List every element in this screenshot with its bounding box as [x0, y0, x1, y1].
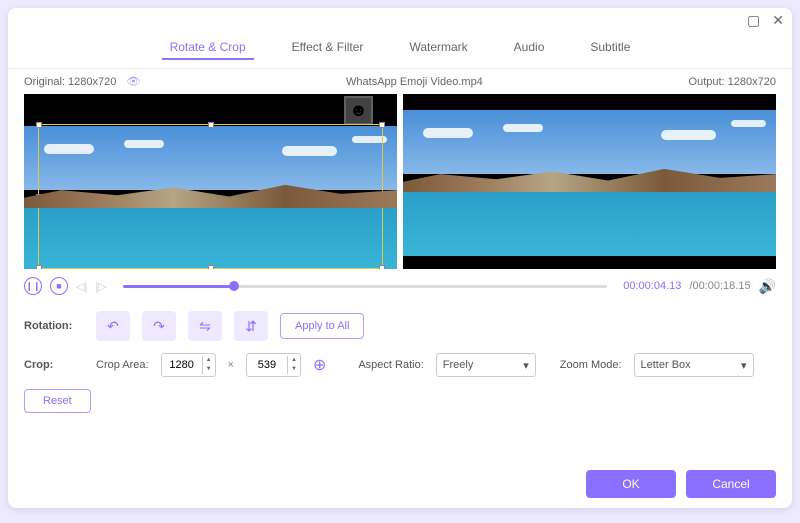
eye-icon[interactable]: 👁 — [126, 75, 140, 88]
timeline-slider[interactable] — [123, 285, 608, 288]
chevron-down-icon: ▾ — [741, 359, 747, 372]
spinner-up-icon[interactable]: ▲ — [288, 356, 300, 365]
crop-handle[interactable] — [208, 122, 214, 128]
filename-label: WhatsApp Emoji Video.mp4 — [346, 76, 483, 88]
minimize-icon[interactable]: ▢ — [747, 12, 760, 29]
apply-to-all-button[interactable]: Apply to All — [280, 313, 364, 339]
crop-height-input[interactable]: ▲▼ — [246, 353, 301, 377]
original-preview[interactable]: ☻ — [24, 94, 397, 269]
emoji-watermark[interactable]: ☻ — [344, 96, 373, 125]
volume-icon[interactable]: 🔊 — [759, 278, 776, 295]
crop-handle[interactable] — [379, 122, 385, 128]
spinner-down-icon[interactable]: ▼ — [203, 365, 215, 374]
output-preview — [403, 94, 776, 269]
prev-frame-icon[interactable]: ◁| — [76, 280, 87, 293]
stop-button[interactable]: ■ — [50, 277, 68, 295]
next-frame-icon[interactable]: |▷ — [95, 280, 106, 293]
time-current: 00:00:04.13 — [623, 280, 681, 292]
cancel-button[interactable]: Cancel — [686, 470, 776, 498]
center-crop-icon[interactable]: ⊕ — [313, 355, 326, 375]
rotation-label: Rotation: — [24, 320, 84, 332]
original-resolution: Original: 1280x720 — [24, 76, 116, 88]
chevron-down-icon: ▾ — [523, 359, 529, 372]
aspect-ratio-label: Aspect Ratio: — [358, 359, 423, 371]
crop-width-input[interactable]: ▲▼ — [161, 353, 216, 377]
tab-audio[interactable]: Audio — [506, 36, 553, 60]
tab-effect-filter[interactable]: Effect & Filter — [284, 36, 372, 60]
crop-label: Crop: — [24, 359, 84, 371]
crop-handle[interactable] — [36, 122, 42, 128]
spinner-down-icon[interactable]: ▼ — [288, 365, 300, 374]
ok-button[interactable]: OK — [586, 470, 676, 498]
spinner-up-icon[interactable]: ▲ — [203, 356, 215, 365]
close-icon[interactable]: ✕ — [772, 12, 784, 29]
crop-handle[interactable] — [36, 265, 42, 269]
time-total: /00:00:18.15 — [689, 280, 750, 292]
output-resolution: Output: 1280x720 — [689, 76, 776, 88]
flip-horizontal-button[interactable]: ⇋ — [188, 311, 222, 341]
reset-button[interactable]: Reset — [24, 389, 91, 413]
crop-handle[interactable] — [208, 265, 214, 269]
tab-watermark[interactable]: Watermark — [401, 36, 475, 60]
zoom-mode-select[interactable]: Letter Box▾ — [634, 353, 754, 377]
tab-bar: Rotate & Crop Effect & Filter Watermark … — [8, 32, 792, 69]
crop-handle[interactable] — [379, 265, 385, 269]
rotate-left-button[interactable]: ↶ — [96, 311, 130, 341]
zoom-mode-label: Zoom Mode: — [560, 359, 622, 371]
flip-vertical-button[interactable]: ⇵ — [234, 311, 268, 341]
rotate-right-button[interactable]: ↷ — [142, 311, 176, 341]
tab-rotate-crop[interactable]: Rotate & Crop — [162, 36, 254, 60]
pause-button[interactable]: ❙❙ — [24, 277, 42, 295]
tab-subtitle[interactable]: Subtitle — [582, 36, 638, 60]
aspect-ratio-select[interactable]: Freely▾ — [436, 353, 536, 377]
crop-area-label: Crop Area: — [96, 359, 149, 371]
